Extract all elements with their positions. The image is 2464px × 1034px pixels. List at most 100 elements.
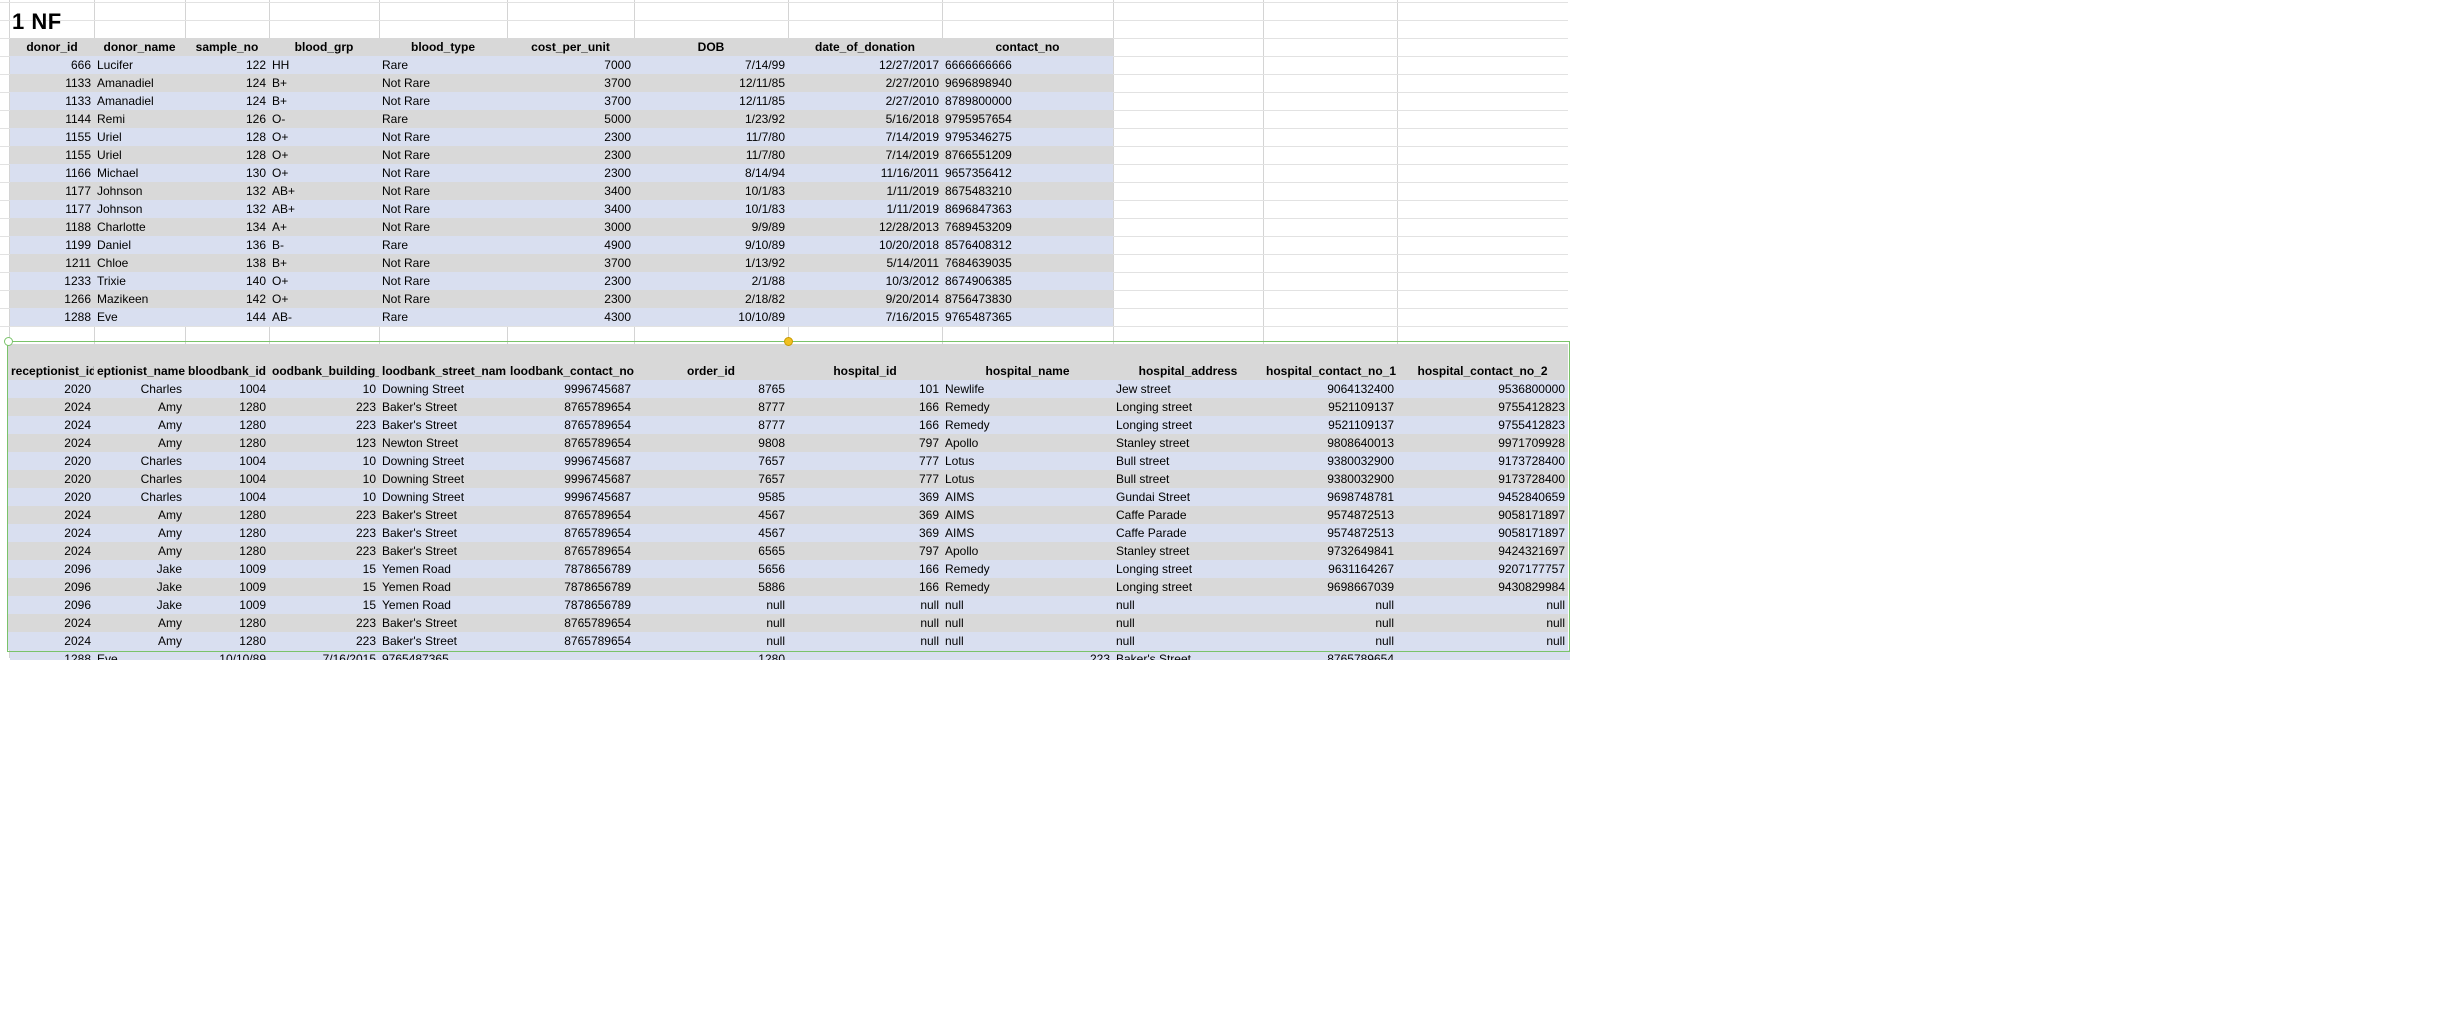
- order-header-6[interactable]: order_id: [634, 362, 788, 380]
- donor-cell[interactable]: 9/20/2014: [788, 290, 942, 308]
- order-cell[interactable]: null: [634, 632, 788, 650]
- order-row[interactable]: 2024 Amy 1280 123 Newton Street 8765789654 980…: [8, 434, 1568, 452]
- donor-cell[interactable]: 142: [185, 290, 269, 308]
- donor-cell[interactable]: AB-: [269, 308, 379, 326]
- order-cell[interactable]: Bull street: [1113, 452, 1263, 470]
- order-cell[interactable]: 8765789654: [507, 416, 634, 434]
- order-cell[interactable]: null: [942, 596, 1113, 614]
- donor-cell[interactable]: B-: [269, 236, 379, 254]
- donor-cell[interactable]: AB+: [269, 182, 379, 200]
- order-cell[interactable]: null: [1113, 596, 1263, 614]
- order-cell[interactable]: 9380032900: [1263, 470, 1397, 488]
- order-cell[interactable]: 2096: [8, 596, 94, 614]
- donor-cell[interactable]: 3700: [507, 254, 634, 272]
- order-cell[interactable]: 223: [269, 506, 379, 524]
- order-cell[interactable]: 8765789654: [507, 506, 634, 524]
- order-cell[interactable]: null: [1113, 632, 1263, 650]
- order-cell[interactable]: 2024: [8, 542, 94, 560]
- donor-cell[interactable]: 132: [185, 200, 269, 218]
- donor-table[interactable]: donor_id donor_name sample_no blood_grp bloo…: [10, 38, 1113, 326]
- donor-cell[interactable]: 2/27/2010: [788, 74, 942, 92]
- order-cell[interactable]: Amy: [94, 632, 185, 650]
- order-cell[interactable]: Amy: [94, 434, 185, 452]
- order-cell[interactable]: Downing Street: [379, 452, 507, 470]
- donor-cell[interactable]: Chloe: [94, 254, 185, 272]
- order-cell[interactable]: 1280: [185, 542, 269, 560]
- donor-cell[interactable]: 7/14/2019: [788, 128, 942, 146]
- donor-cell[interactable]: 5/14/2011: [788, 254, 942, 272]
- selection-handle-top[interactable]: [784, 337, 793, 346]
- order-row[interactable]: 2024 Amy 1280 223 Baker's Street 8765789654 87…: [8, 416, 1568, 434]
- donor-cell[interactable]: O-: [269, 110, 379, 128]
- order-cell[interactable]: 7657: [634, 470, 788, 488]
- donor-cell[interactable]: O+: [269, 164, 379, 182]
- donor-row[interactable]: 1155 Uriel 128 O+ Not Rare 2300 11/7/80 7/14/20…: [10, 146, 1113, 164]
- order-cell[interactable]: Bull street: [1113, 470, 1263, 488]
- order-cell[interactable]: 10: [269, 488, 379, 506]
- order-cell[interactable]: 777: [788, 470, 942, 488]
- order-cell[interactable]: 797: [788, 542, 942, 560]
- order-cell[interactable]: Jew street: [1113, 380, 1263, 398]
- order-cell[interactable]: null: [788, 632, 942, 650]
- order-cell[interactable]: 9732649841: [1263, 542, 1397, 560]
- donor-cell[interactable]: 8674906385: [942, 272, 1113, 290]
- donor-cell[interactable]: 130: [185, 164, 269, 182]
- order-cell[interactable]: Stanley street: [1113, 434, 1263, 452]
- order-header-7[interactable]: hospital_id: [788, 362, 942, 380]
- order-cell[interactable]: 8765789654: [507, 614, 634, 632]
- donor-cell[interactable]: 3400: [507, 200, 634, 218]
- order-cell[interactable]: 2024: [8, 416, 94, 434]
- donor-cell[interactable]: 9/10/89: [634, 236, 788, 254]
- order-row[interactable]: 2096 Jake 1009 15 Yemen Road 7878656789 5886 16…: [8, 578, 1568, 596]
- order-row[interactable]: 2024 Amy 1280 223 Baker's Street 8765789654 45…: [8, 524, 1568, 542]
- donor-cell[interactable]: Not Rare: [379, 182, 507, 200]
- order-cell[interactable]: Remedy: [942, 560, 1113, 578]
- donor-cell[interactable]: Johnson: [94, 182, 185, 200]
- donor-cell[interactable]: 1199: [10, 236, 94, 254]
- order-row[interactable]: 2024 Amy 1280 223 Baker's Street 8765789654 87…: [8, 398, 1568, 416]
- order-cell[interactable]: 2024: [8, 506, 94, 524]
- order-header-0[interactable]: receptionist_id: [8, 362, 94, 380]
- order-cell[interactable]: 9064132400: [1263, 380, 1397, 398]
- order-cell[interactable]: 2024: [8, 614, 94, 632]
- donor-cell[interactable]: Rare: [379, 56, 507, 74]
- order-cell[interactable]: 1280: [185, 416, 269, 434]
- donor-cell[interactable]: 10/10/89: [634, 308, 788, 326]
- donor-cell[interactable]: AB+: [269, 200, 379, 218]
- order-cell[interactable]: Baker's Street: [379, 506, 507, 524]
- order-cell[interactable]: Stanley street: [1113, 542, 1263, 560]
- order-cell[interactable]: 2020: [8, 380, 94, 398]
- donor-row[interactable]: 1199 Daniel 136 B- Rare 4900 9/10/89 10/20/2018…: [10, 236, 1113, 254]
- donor-cell[interactable]: 1177: [10, 182, 94, 200]
- donor-cell[interactable]: Trixie: [94, 272, 185, 290]
- donor-cell[interactable]: 1/23/92: [634, 110, 788, 128]
- order-cell[interactable]: null: [788, 614, 942, 632]
- order-row[interactable]: 2096 Jake 1009 15 Yemen Road 7878656789 null nu…: [8, 596, 1568, 614]
- order-cell[interactable]: 9631164267: [1263, 560, 1397, 578]
- order-header-5[interactable]: loodbank_contact_no: [507, 362, 634, 380]
- donor-cell[interactable]: 124: [185, 92, 269, 110]
- order-cell[interactable]: 166: [788, 416, 942, 434]
- donor-cell[interactable]: 11/16/2011: [788, 164, 942, 182]
- order-cell[interactable]: 4567: [634, 524, 788, 542]
- order-cell[interactable]: 101: [788, 380, 942, 398]
- order-cell[interactable]: Remedy: [942, 578, 1113, 596]
- donor-cell[interactable]: HH: [269, 56, 379, 74]
- donor-cell[interactable]: 10/1/83: [634, 182, 788, 200]
- order-cell[interactable]: 166: [788, 560, 942, 578]
- order-cell[interactable]: null: [1263, 596, 1397, 614]
- donor-cell[interactable]: Daniel: [94, 236, 185, 254]
- order-cell[interactable]: Amy: [94, 506, 185, 524]
- order-table[interactable]: receptionist_id eptionist_name bloodbank_i…: [8, 362, 1568, 650]
- donor-cell[interactable]: 2/1/88: [634, 272, 788, 290]
- order-cell[interactable]: 1280: [185, 434, 269, 452]
- order-cell[interactable]: 9430829984: [1397, 578, 1568, 596]
- order-cell[interactable]: Yemen Road: [379, 578, 507, 596]
- order-row[interactable]: 2020 Charles 1004 10 Downing Street 999674568…: [8, 470, 1568, 488]
- order-header-3[interactable]: oodbank_building_: [269, 362, 379, 380]
- donor-cell[interactable]: 10/3/2012: [788, 272, 942, 290]
- order-cell[interactable]: 9574872513: [1263, 506, 1397, 524]
- order-cell[interactable]: 223: [269, 542, 379, 560]
- order-cell[interactable]: 1004: [185, 452, 269, 470]
- order-cell[interactable]: 8765789654: [507, 398, 634, 416]
